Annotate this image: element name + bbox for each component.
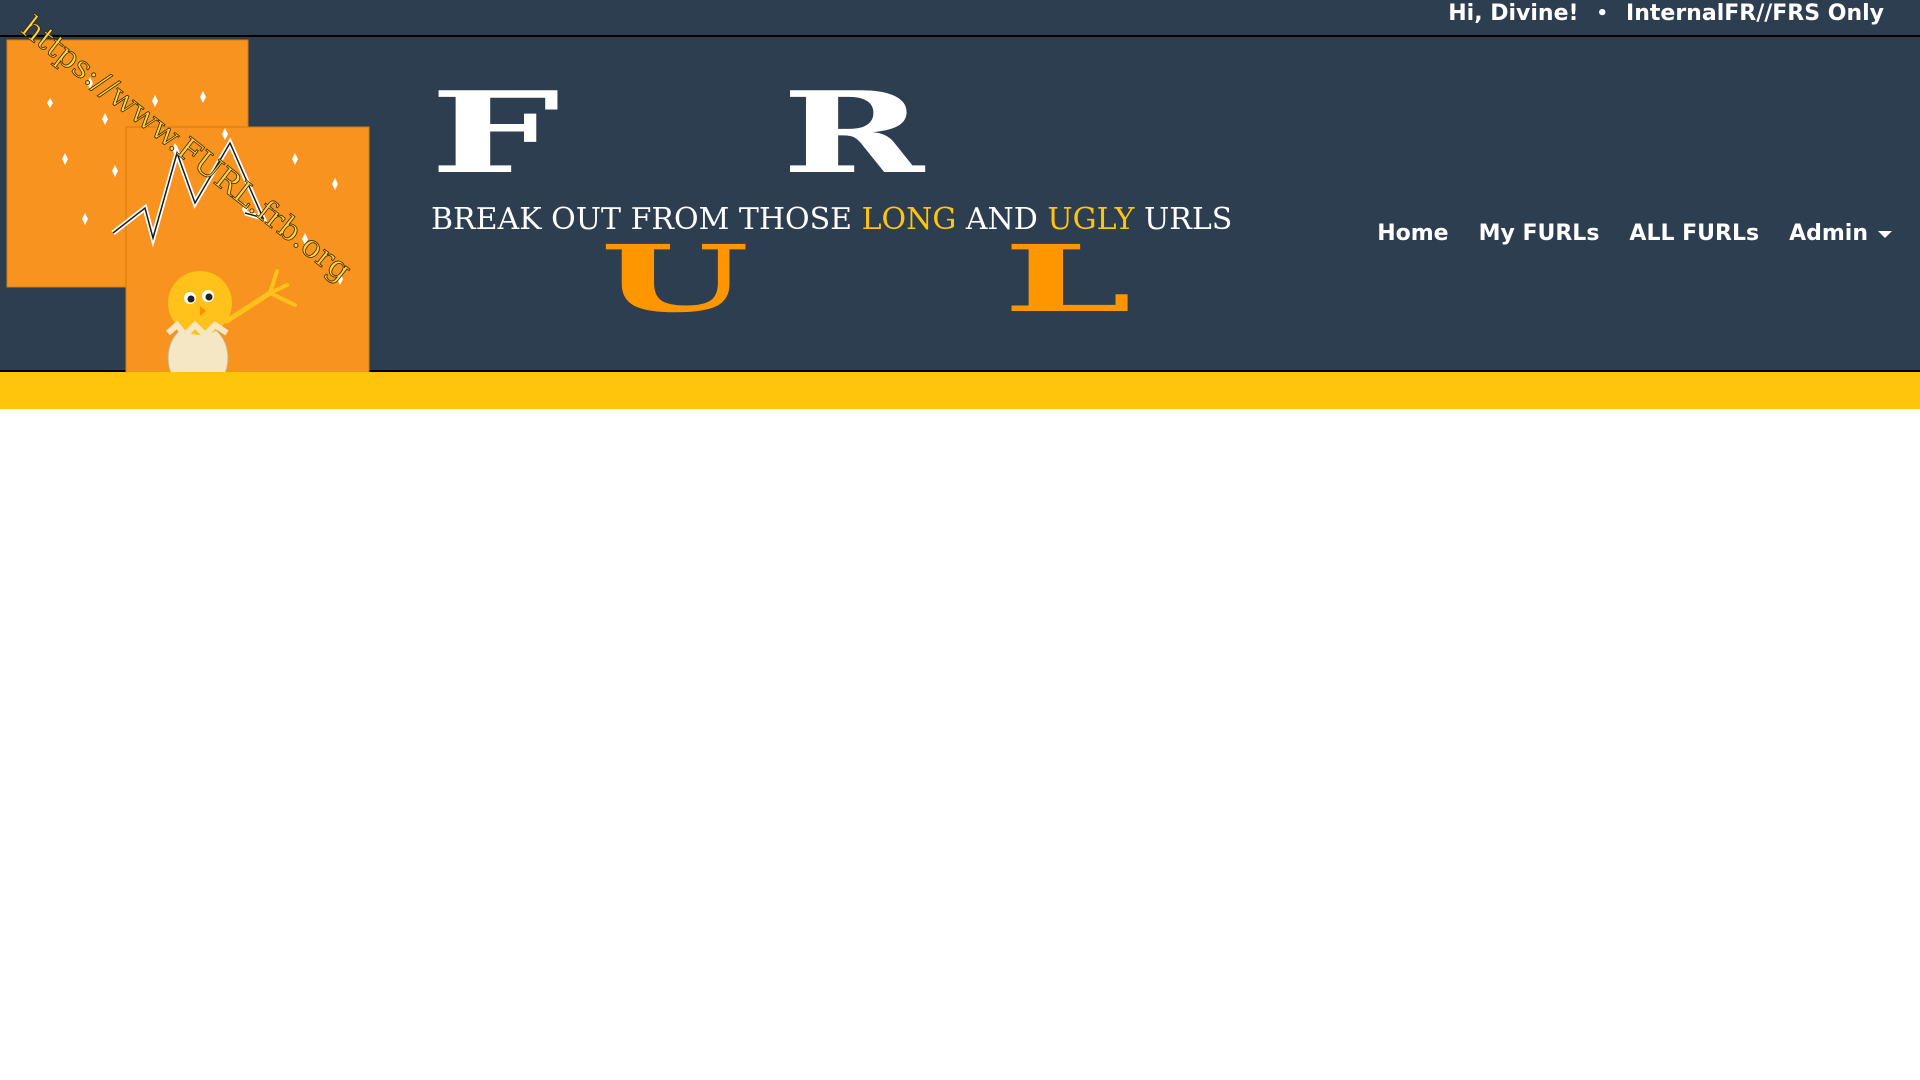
brand-letter-f: F — [430, 66, 560, 199]
main-content — [0, 409, 1920, 1080]
bullet-separator: • — [1596, 3, 1609, 24]
nav-admin-dropdown[interactable]: Admin — [1774, 221, 1892, 246]
user-greeting: Hi, Divine! — [1448, 1, 1579, 26]
brand-letter-u: U — [600, 224, 750, 333]
tagline-part: URLS — [1134, 202, 1233, 237]
nav-admin-label: Admin — [1789, 221, 1868, 246]
tagline-part: AND — [956, 202, 1048, 237]
user-info: Hi, Divine! • InternalFR//FRS Only — [1448, 0, 1884, 30]
brand-wordmark: F R U L BREAK OUT FROM THOSE LONG AND UG… — [0, 37, 1300, 372]
caret-down-icon — [1878, 230, 1892, 238]
tagline-part: BREAK OUT FROM THOSE — [431, 202, 862, 237]
brand-letter-l: L — [1003, 224, 1132, 333]
tagline-highlight-long: LONG — [861, 202, 957, 237]
brand-tagline: BREAK OUT FROM THOSE LONG AND UGLY URLS — [431, 202, 1232, 237]
app-root: Hi, Divine! • InternalFR//FRS Only https… — [0, 0, 1920, 1080]
tagline-highlight-ugly: UGLY — [1047, 202, 1135, 237]
nav-home-link[interactable]: Home — [1362, 221, 1463, 246]
nav-my-furls-link[interactable]: My FURLs — [1464, 221, 1615, 246]
brand-letter-r: R — [782, 66, 925, 199]
nav-all-furls-link[interactable]: ALL FURLs — [1614, 221, 1774, 246]
accent-strip — [0, 372, 1920, 409]
classification-label: InternalFR//FRS Only — [1626, 1, 1884, 26]
header-banner: https://www.FURL.frb.org F R U L BREAK O… — [0, 9, 1920, 375]
main-nav: Home My FURLs ALL FURLs Admin — [1362, 221, 1892, 246]
